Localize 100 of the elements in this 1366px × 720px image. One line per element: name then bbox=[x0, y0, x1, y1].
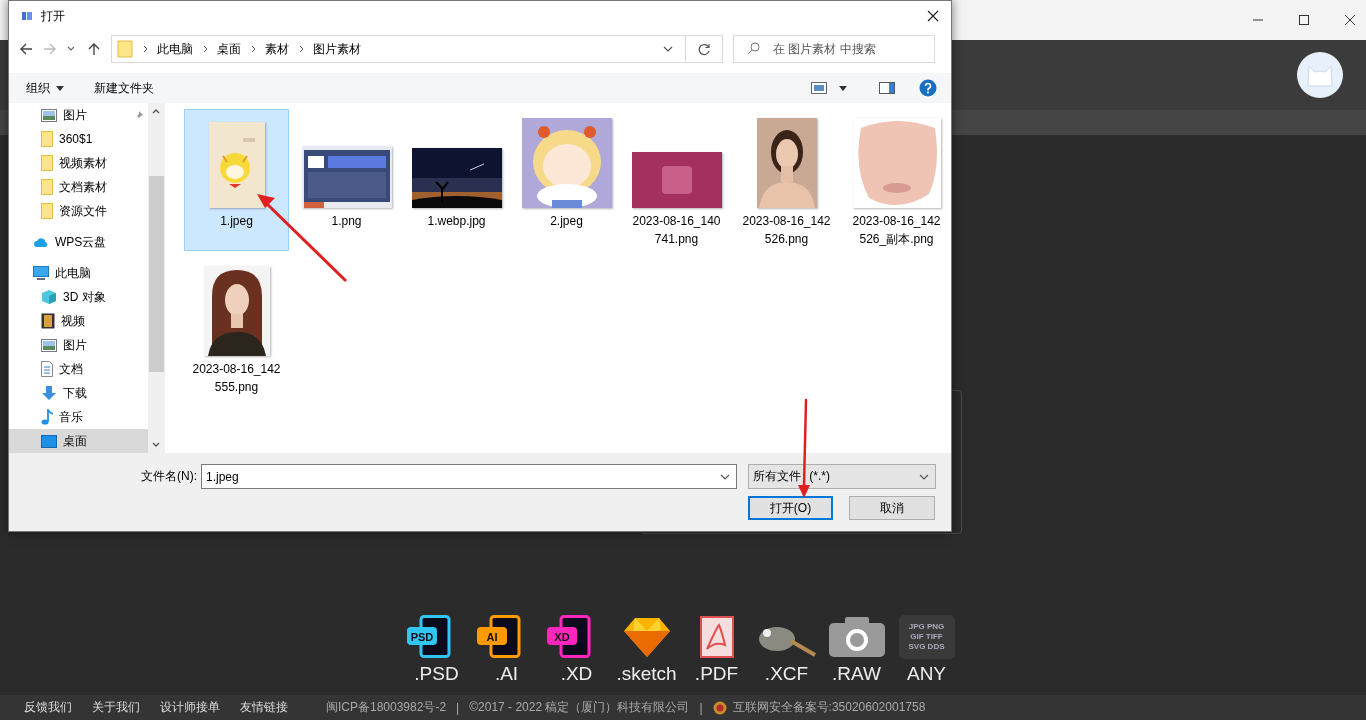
close-icon[interactable] bbox=[927, 10, 939, 22]
folder-icon bbox=[41, 155, 53, 171]
avatar-icon[interactable] bbox=[1297, 52, 1343, 98]
address-bar[interactable]: 此电脑 桌面 素材 图片素材 bbox=[111, 35, 723, 63]
scrollbar[interactable] bbox=[148, 103, 164, 453]
footer-link[interactable]: 设计师接单 bbox=[160, 699, 220, 716]
open-button[interactable]: 打开(O) bbox=[748, 496, 833, 520]
file-item[interactable]: 2023-08-16_140741.png bbox=[624, 109, 729, 251]
view-icon[interactable] bbox=[811, 82, 827, 94]
search-field[interactable]: 在 图片素材 中搜索 bbox=[733, 35, 935, 63]
folder-icon bbox=[117, 40, 133, 58]
nav-item[interactable]: 视频 bbox=[9, 309, 148, 333]
format-label: ANY bbox=[906, 663, 947, 685]
police-badge-icon bbox=[712, 700, 727, 715]
close-icon[interactable] bbox=[1344, 14, 1356, 26]
desktop-icon bbox=[41, 434, 57, 448]
file-item[interactable]: 1.png bbox=[294, 109, 399, 251]
nav-item[interactable]: 3D 对象 bbox=[9, 285, 148, 309]
cloud-icon bbox=[33, 236, 49, 248]
file-item[interactable]: 2.jpeg bbox=[514, 109, 619, 251]
nav-item[interactable]: 桌面 bbox=[9, 429, 148, 453]
maximize-icon[interactable] bbox=[1298, 14, 1310, 26]
preview-pane-icon[interactable] bbox=[879, 82, 895, 94]
file-name: 1.jpeg bbox=[219, 213, 254, 230]
footer-link[interactable]: 互联网安全备案号:35020602001758 bbox=[732, 699, 926, 716]
caret-icon[interactable] bbox=[663, 46, 673, 52]
document-icon bbox=[41, 361, 53, 377]
search-icon bbox=[747, 42, 760, 55]
format-list: SVG DDS bbox=[908, 642, 945, 652]
file-name: 2023-08-16_142555.png bbox=[191, 361, 282, 396]
file-type-dropdown[interactable]: 所有文件 (*.*) bbox=[748, 464, 936, 489]
file-item[interactable]: 1.webp.jpg bbox=[404, 109, 509, 251]
format-label: .XD bbox=[560, 663, 593, 685]
file-name-field[interactable]: 1.jpeg bbox=[201, 464, 737, 489]
footer-text: ©2017 - 2022 稿定（厦门）科技有限公司 bbox=[469, 699, 690, 716]
format-label: .sketch bbox=[616, 663, 677, 685]
format-label: .PSD bbox=[414, 663, 459, 685]
cancel-button[interactable]: 取消 bbox=[849, 496, 935, 520]
badge-text: PSD bbox=[410, 630, 433, 643]
caret-icon[interactable] bbox=[839, 85, 847, 91]
nav-item[interactable]: 资源文件 bbox=[9, 199, 148, 223]
folder-icon bbox=[41, 203, 53, 219]
file-item[interactable]: 2023-08-16_142526_副本.png bbox=[844, 109, 949, 251]
nav-item[interactable]: 文档 bbox=[9, 357, 148, 381]
format-list: JPG PNG bbox=[908, 622, 945, 632]
help-icon[interactable] bbox=[919, 79, 937, 97]
file-name: 1.webp.jpg bbox=[426, 213, 487, 230]
format-label: .XCF bbox=[764, 663, 809, 685]
breadcrumb[interactable]: 素材 bbox=[265, 40, 289, 58]
app-icon bbox=[21, 10, 33, 22]
organize-menu[interactable]: 组织 bbox=[26, 79, 50, 97]
file-item[interactable]: 2023-08-16_142555.png bbox=[184, 257, 289, 399]
footer-link[interactable]: 反馈我们 bbox=[24, 699, 72, 716]
nav-item[interactable]: 文档素材 bbox=[9, 175, 148, 199]
caret-icon[interactable] bbox=[720, 474, 730, 480]
nav-item[interactable]: 视频素材 bbox=[9, 151, 148, 175]
scroll-down-icon[interactable] bbox=[152, 442, 160, 448]
file-name: 2023-08-16_140741.png bbox=[631, 213, 722, 248]
image-icon bbox=[41, 338, 57, 352]
nav-item[interactable]: 此电脑 bbox=[9, 261, 148, 285]
nav-item[interactable]: 下载 bbox=[9, 381, 148, 405]
chevron-icon bbox=[143, 45, 149, 53]
footer-link[interactable]: 关于我们 bbox=[92, 699, 140, 716]
new-folder-button[interactable]: 新建文件夹 bbox=[94, 79, 154, 97]
back-icon[interactable] bbox=[19, 42, 33, 56]
breadcrumb[interactable]: 此电脑 bbox=[157, 40, 193, 58]
separator: | bbox=[456, 700, 460, 715]
diamond-icon bbox=[622, 615, 671, 659]
format-label: .RAW bbox=[832, 663, 881, 685]
breadcrumb[interactable]: 图片素材 bbox=[313, 40, 361, 58]
format-label: .PDF bbox=[694, 663, 739, 685]
file-name: 2023-08-16_142526.png bbox=[741, 213, 832, 248]
file-item[interactable]: 1.jpeg bbox=[184, 109, 289, 251]
caret-icon bbox=[56, 85, 64, 91]
file-name: 2.jpeg bbox=[549, 213, 584, 230]
file-item[interactable]: 2023-08-16_142526.png bbox=[734, 109, 839, 251]
caret-icon bbox=[919, 473, 929, 480]
up-icon[interactable] bbox=[87, 42, 101, 56]
badge-text: XD bbox=[553, 630, 570, 643]
nav-item[interactable]: WPS云盘 bbox=[9, 230, 148, 254]
nav-item[interactable]: 360$1 bbox=[9, 127, 148, 151]
file-name: 2023-08-16_142526_副本.png bbox=[851, 213, 942, 248]
scroll-up-icon[interactable] bbox=[152, 108, 160, 114]
chevron-icon bbox=[203, 45, 209, 53]
breadcrumb[interactable]: 桌面 bbox=[217, 40, 241, 58]
window-title: 打开 bbox=[41, 7, 65, 25]
separator: | bbox=[699, 700, 703, 715]
chevron-icon bbox=[251, 45, 257, 53]
nav-item[interactable]: 音乐 bbox=[9, 405, 148, 429]
caret-icon[interactable] bbox=[67, 46, 75, 52]
folder-icon bbox=[41, 179, 53, 195]
badge-text: AI bbox=[486, 630, 497, 643]
footer-text: 闽ICP备18003982号-2 bbox=[326, 699, 447, 716]
refresh-icon bbox=[697, 42, 711, 56]
file-name: 1.png bbox=[330, 213, 363, 230]
nav-item[interactable]: 图片 bbox=[9, 103, 148, 127]
film-icon bbox=[41, 313, 55, 329]
footer-link[interactable]: 友情链接 bbox=[240, 699, 288, 716]
image-icon bbox=[41, 108, 57, 122]
nav-item[interactable]: 图片 bbox=[9, 333, 148, 357]
